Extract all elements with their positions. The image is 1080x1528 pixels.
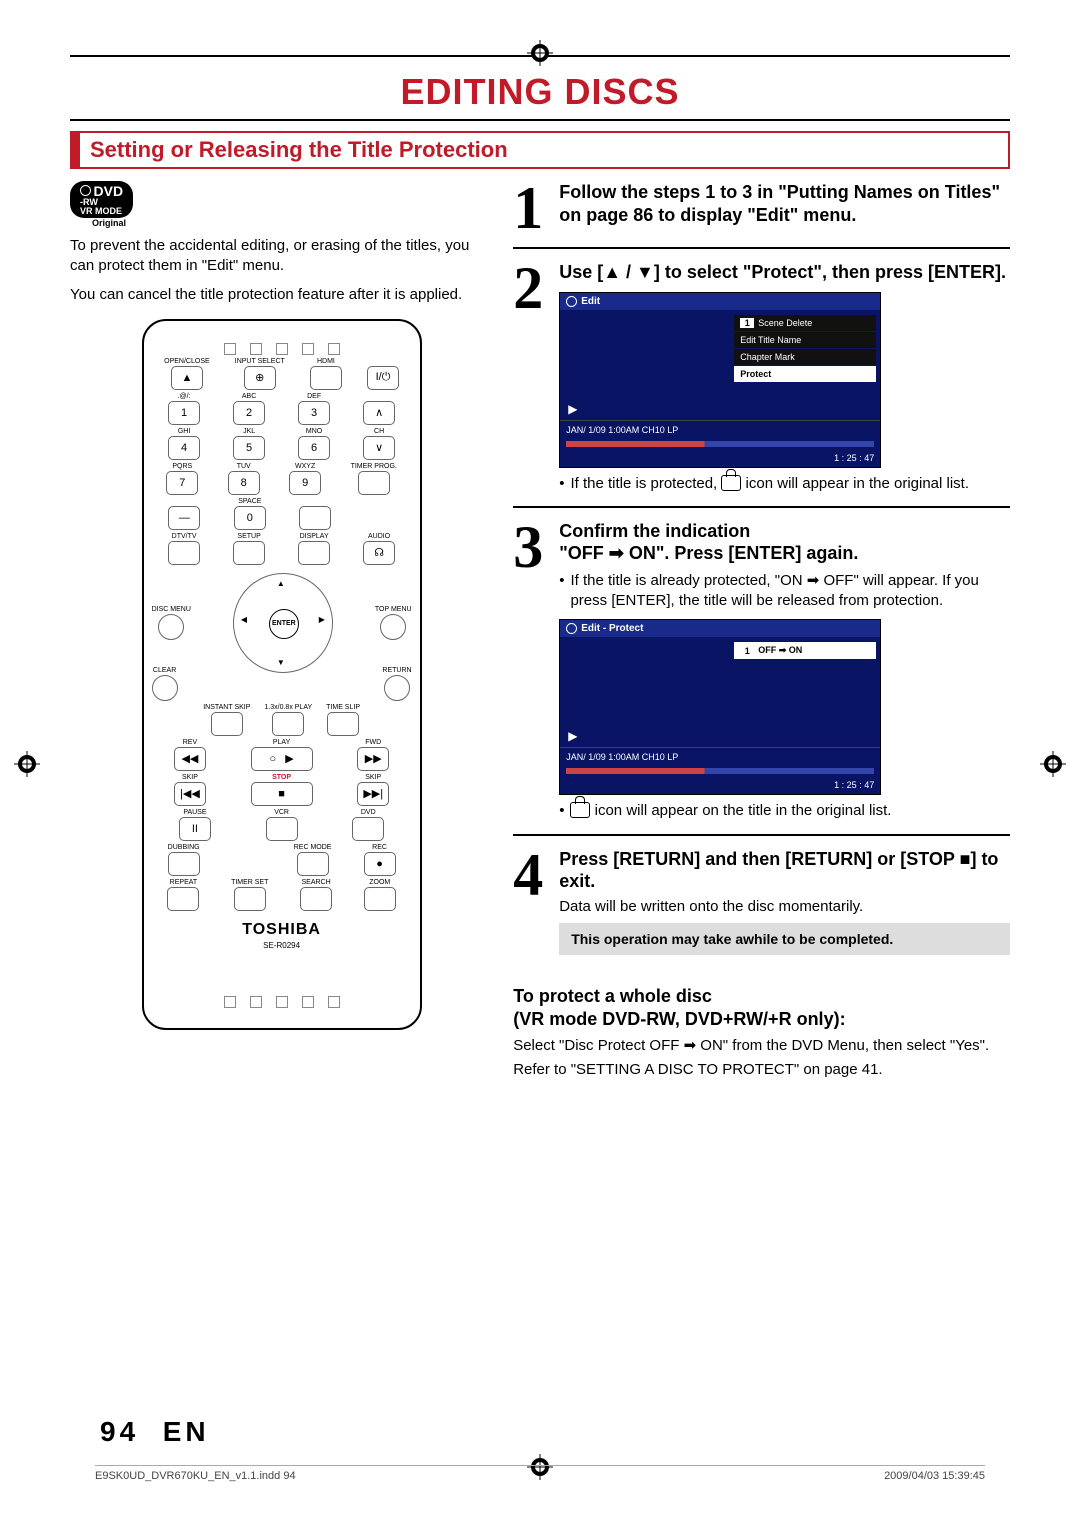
step2-heading: Use [▲ / ▼] to select "Protect", then pr… (559, 261, 1010, 284)
dvd-badge: DVD -RW VR MODE Original (70, 181, 493, 228)
remote-diagram: OPEN/CLOSE▲ INPUT SELECT⊕ HDMI I/⏻ .@/:1… (142, 319, 422, 1030)
step-4: 4 Press [RETURN] and then [RETURN] or [S… (513, 848, 1010, 955)
title-rule (70, 119, 1010, 121)
page-number: 94 EN (100, 1416, 210, 1448)
footer-file: E9SK0UD_DVR670KU_EN_v1.1.indd 94 (95, 1470, 296, 1482)
screen-edit-protect: Edit - Protect ▶ 1OFF ➡ ON JAN/ 1/09 1:0… (559, 619, 881, 795)
step-number-2: 2 (513, 261, 559, 494)
step2-note: If the title is protected, icon will app… (559, 474, 1010, 494)
step3-bullet: If the title is already protected, "ON ➡… (559, 571, 1010, 612)
step3-heading2: "OFF ➡ ON". Press [ENTER] again. (559, 542, 1010, 565)
whole-disc-heading: To protect a whole disc(VR mode DVD-RW, … (513, 985, 1010, 1032)
step4-text: Data will be written onto the disc momen… (559, 897, 1010, 917)
step4-heading: Press [RETURN] and then [RETURN] or [STO… (559, 848, 1010, 893)
page-footer: E9SK0UD_DVR670KU_EN_v1.1.indd 94 2009/04… (95, 1465, 985, 1482)
registration-mark-left (14, 751, 40, 777)
registration-mark-top (527, 40, 553, 66)
step-number-4: 4 (513, 848, 559, 955)
badge-sub-label: Original (92, 218, 493, 228)
whole-disc-p2: Refer to "SETTING A DISC TO PROTECT" on … (513, 1060, 1010, 1080)
step3-heading1: Confirm the indication (559, 520, 1010, 543)
disc-icon (80, 185, 91, 196)
right-column: 1 Follow the steps 1 to 3 in "Putting Na… (513, 181, 1010, 1080)
registration-mark-right (1040, 751, 1066, 777)
remote-brand: TOSHIBA (152, 921, 412, 939)
footer-date: 2009/04/03 15:39:45 (884, 1470, 985, 1482)
page-title: EDITING DISCS (70, 71, 1010, 113)
step-3: 3 Confirm the indication "OFF ➡ ON". Pre… (513, 520, 1010, 822)
lock-icon (570, 802, 590, 818)
step1-heading: Follow the steps 1 to 3 in "Putting Name… (559, 181, 1010, 226)
lock-icon (721, 475, 741, 491)
remote-model: SE-R0294 (152, 941, 412, 950)
page: EDITING DISCS Setting or Releasing the T… (0, 0, 1080, 1528)
step-1: 1 Follow the steps 1 to 3 in "Putting Na… (513, 181, 1010, 235)
content-area: EDITING DISCS Setting or Releasing the T… (70, 55, 1010, 1080)
step-number-3: 3 (513, 520, 559, 822)
screen-edit: Edit ▶ 1Scene Delete Edit Title Name Cha… (559, 292, 881, 468)
intro-paragraph-2: You can cancel the title protection feat… (70, 285, 493, 305)
intro-paragraph-1: To prevent the accidental editing, or er… (70, 236, 493, 277)
step-2: 2 Use [▲ / ▼] to select "Protect", then … (513, 261, 1010, 494)
step-number-1: 1 (513, 181, 559, 235)
step3-note: icon will appear on the title in the ori… (559, 801, 1010, 821)
left-column: DVD -RW VR MODE Original To prevent the … (70, 181, 493, 1080)
step4-note-box: This operation may take awhile to be com… (559, 923, 1010, 955)
whole-disc-p1: Select "Disc Protect OFF ➡ ON" from the … (513, 1036, 1010, 1056)
section-heading: Setting or Releasing the Title Protectio… (70, 131, 1010, 169)
